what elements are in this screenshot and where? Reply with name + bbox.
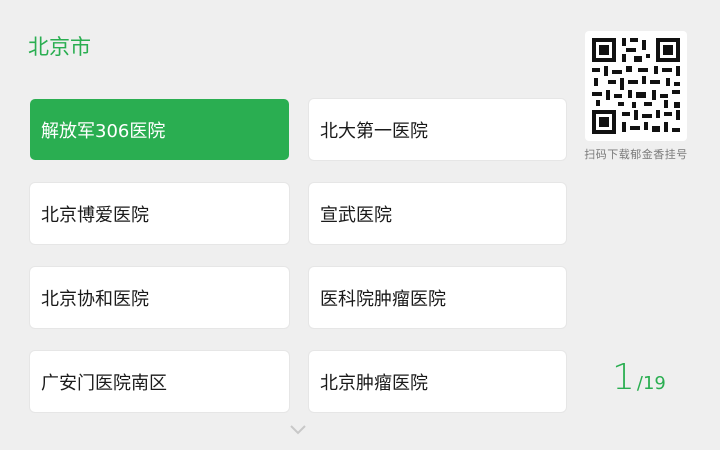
hospital-card[interactable]: 宣武医院 xyxy=(309,183,566,244)
qr-code xyxy=(585,31,687,141)
hospital-card[interactable]: 解放军306医院 xyxy=(30,99,289,160)
hospital-card[interactable]: 北京肿瘤医院 xyxy=(309,351,566,412)
qr-caption: 扫码下载郁金香挂号 xyxy=(584,148,688,161)
page-total: 19 xyxy=(642,373,666,394)
city-title: 北京市 xyxy=(28,35,91,59)
qr-code-icon xyxy=(588,34,684,138)
hospital-card[interactable]: 北京协和医院 xyxy=(30,267,289,328)
hospital-card[interactable]: 北大第一医院 xyxy=(309,99,566,160)
hospital-grid: 解放军306医院 北大第一医院 北京博爱医院 宣武医院 北京协和医院 医科院肿瘤… xyxy=(30,99,566,412)
hospital-card[interactable]: 北京博爱医院 xyxy=(30,183,289,244)
hospital-card[interactable]: 医科院肿瘤医院 xyxy=(309,267,566,328)
page-current: 1 xyxy=(612,357,635,398)
chevron-down-icon[interactable] xyxy=(289,424,307,436)
page-indicator: 1 / 19 xyxy=(612,358,666,398)
hospital-card[interactable]: 广安门医院南区 xyxy=(30,351,289,412)
